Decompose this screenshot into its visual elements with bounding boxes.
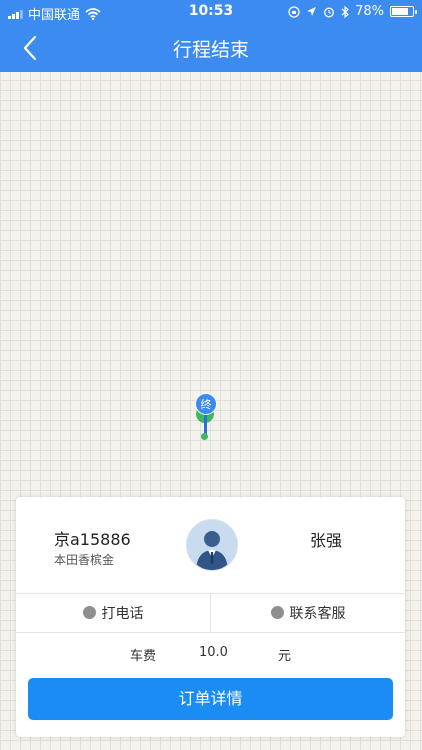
bluetooth-icon bbox=[341, 5, 350, 18]
trip-card: 京a15886 本田香槟金 张强 打电话 联系客服 车费 10.0 元 订单详情 bbox=[16, 497, 405, 737]
route-end-dot bbox=[201, 433, 208, 440]
fare-label: 车费 bbox=[130, 649, 157, 664]
order-detail-button[interactable]: 订单详情 bbox=[28, 678, 393, 720]
contact-service-button[interactable]: 联系客服 bbox=[211, 593, 405, 632]
fare-value: 10.0 bbox=[199, 645, 228, 660]
status-right: 78% bbox=[288, 4, 417, 19]
nav-bar: 行程结束 bbox=[0, 24, 422, 72]
call-button[interactable]: 打电话 bbox=[16, 593, 210, 632]
location-icon bbox=[307, 7, 317, 16]
battery-icon bbox=[390, 6, 417, 17]
phone-icon bbox=[82, 606, 96, 619]
service-icon bbox=[270, 606, 284, 619]
battery-percent: 78% bbox=[355, 4, 384, 19]
top-bar: 中国联通 10:53 78% 行程结束 bbox=[0, 0, 422, 72]
license-plate: 京a15886 bbox=[54, 530, 131, 549]
page-title: 行程结束 bbox=[172, 39, 249, 61]
rotation-lock-icon bbox=[288, 5, 300, 18]
avatar bbox=[186, 519, 238, 571]
person-icon bbox=[187, 520, 237, 570]
end-marker: 终 bbox=[195, 393, 217, 415]
alarm-icon bbox=[324, 7, 335, 17]
status-bar: 中国联通 10:53 78% bbox=[0, 0, 422, 24]
fare-unit: 元 bbox=[278, 649, 292, 664]
car-model: 本田香槟金 bbox=[54, 553, 115, 567]
driver-name: 张强 bbox=[310, 531, 343, 550]
fare-row: 车费 10.0 元 bbox=[16, 633, 405, 673]
battery-fill bbox=[392, 8, 408, 15]
service-label: 联系客服 bbox=[289, 605, 346, 622]
screen: 终 中国联通 10:53 78% 行程结束 京a15886 本田香槟金 张强 打… bbox=[0, 0, 422, 750]
call-label: 打电话 bbox=[101, 605, 144, 622]
